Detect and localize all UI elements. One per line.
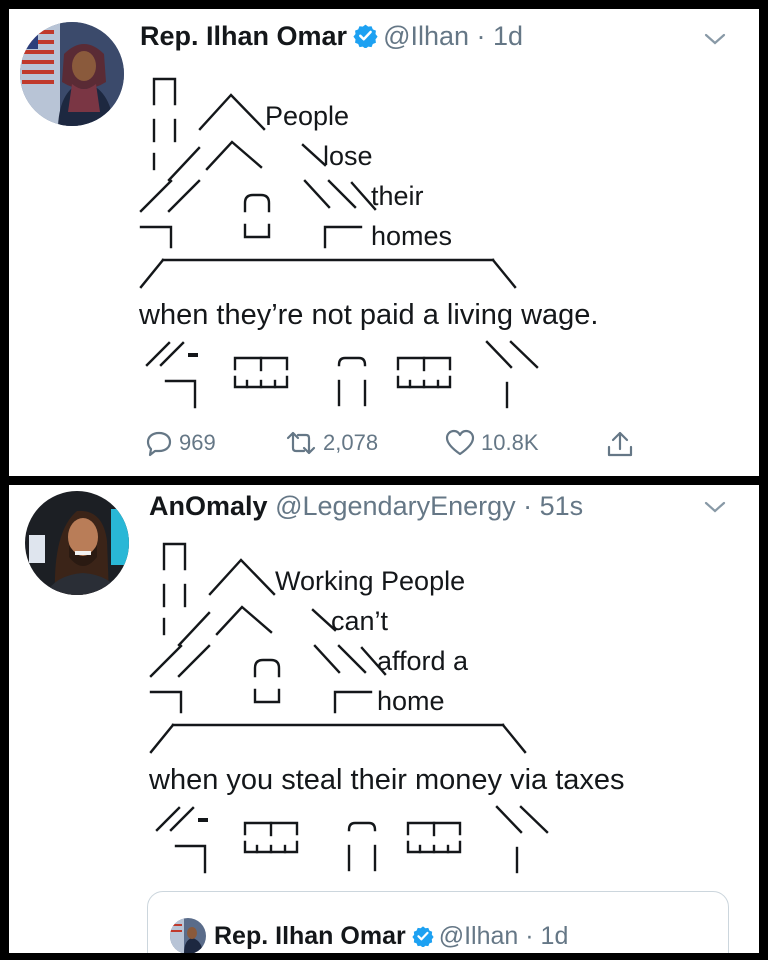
quoted-avatar-image [170,918,206,953]
tweet-text-line: People [265,101,350,131]
retweet-icon [286,431,316,455]
quoted-tweet-card[interactable]: Rep. Ilhan Omar @Ilhan · 1d [147,891,729,953]
tweet-actions: 969 2,078 10.8K [145,429,747,469]
tweet-text-line: lose [323,141,373,171]
reply-count: 969 [179,430,216,455]
retweet-count: 2,078 [323,430,379,455]
like-button[interactable]: 10.8K [445,429,539,457]
tweet-text-line: homes [371,221,453,251]
like-count: 10.8K [481,430,539,455]
quoted-timestamp: · 1d [525,922,569,950]
tweet-text-line: their [371,181,424,211]
quoted-display-name: Rep. Ilhan Omar [214,922,406,950]
tweet-text-line: afford a [377,646,469,676]
retweet-button[interactable]: 2,078 [285,429,378,457]
reply-icon [146,431,172,457]
quoted-handle: @Ilhan [438,922,519,950]
quoted-avatar [170,918,206,953]
tweet-card-ilhan: Rep. Ilhan Omar @Ilhan · 1d People lose … [9,9,759,476]
tweet-card-anomaly: AnOmaly @LegendaryEnergy · 51s Working P… [9,485,759,953]
tweet-text-line: can’t [331,606,389,636]
tweet-text-line: Working People [275,566,466,596]
house-ascii-art [139,77,539,409]
share-icon [607,431,633,457]
tweet-text-line: home [377,686,445,716]
tweet-text-line: when you steal their money via taxes [149,764,625,796]
quoted-tweet-header: Rep. Ilhan Omar @Ilhan · 1d [214,922,568,953]
share-button[interactable] [605,429,635,459]
reply-button[interactable]: 969 [145,429,216,457]
like-heart-icon [445,429,475,456]
tweet-text-line: when they’re not paid a living wage. [139,299,599,331]
verified-badge-icon [412,925,434,953]
